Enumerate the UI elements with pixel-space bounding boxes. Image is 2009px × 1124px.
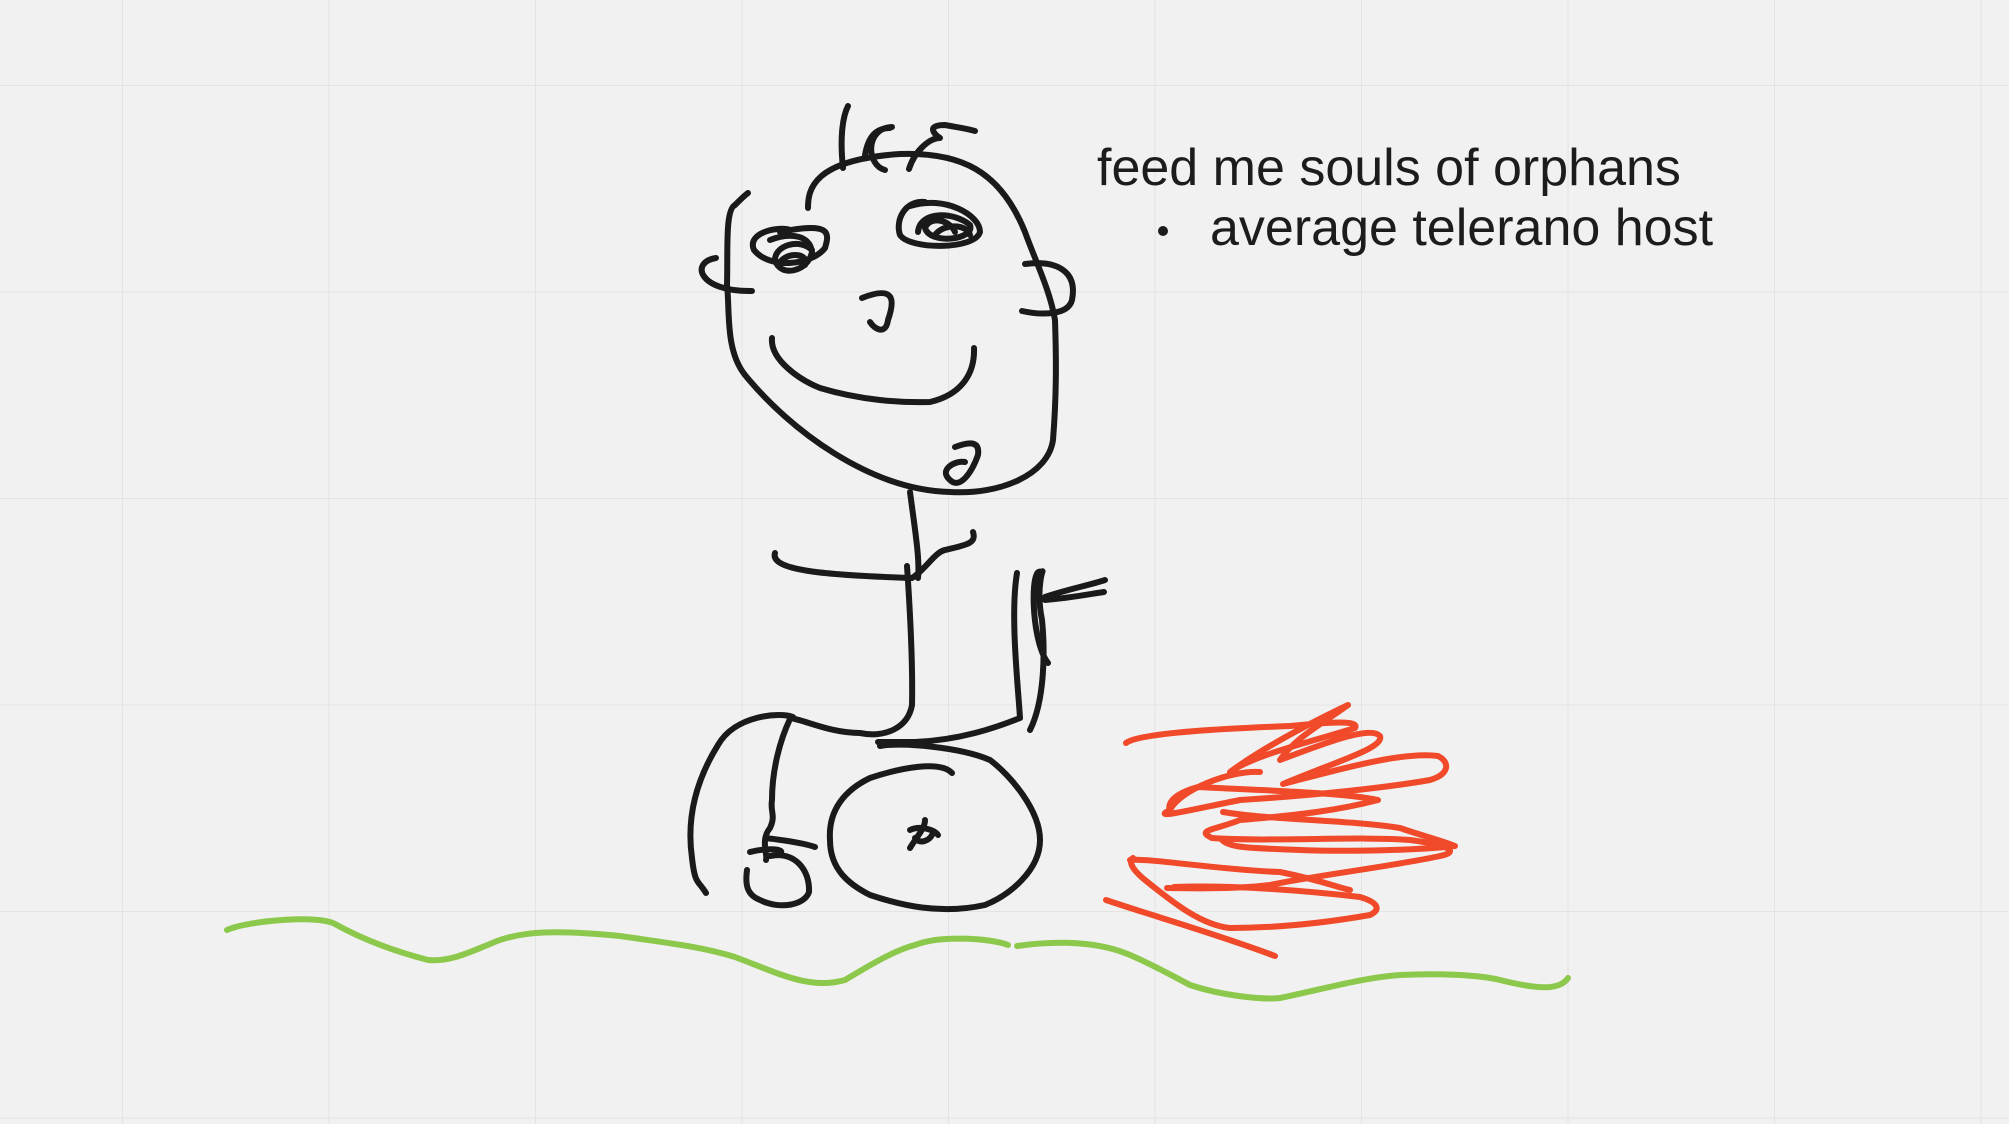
drawing-canvas[interactable]: [0, 0, 2009, 1124]
left-eye: [749, 225, 831, 274]
red-scribble[interactable]: [1103, 702, 1458, 959]
green-ground-line[interactable]: [224, 916, 1571, 1002]
leg-line: [763, 835, 818, 850]
chin-mark: [942, 440, 982, 486]
hair-stroke: [862, 124, 895, 173]
left-arm: [771, 529, 977, 581]
stick-figure-drawing[interactable]: [687, 103, 1108, 913]
neck: [907, 489, 922, 581]
body: [787, 563, 916, 738]
head-outline: [724, 150, 1059, 496]
nose: [859, 290, 895, 333]
round-form-mark: [907, 817, 941, 851]
round-form: [826, 741, 1043, 913]
right-eye: [895, 198, 983, 249]
right-hand: [1027, 568, 1108, 733]
head-outline: [732, 190, 751, 208]
left-leg: [687, 712, 796, 896]
left-foot: [743, 852, 813, 909]
hair-stroke: [838, 103, 851, 171]
right-arm: [875, 570, 1023, 745]
mouth: [769, 335, 978, 406]
